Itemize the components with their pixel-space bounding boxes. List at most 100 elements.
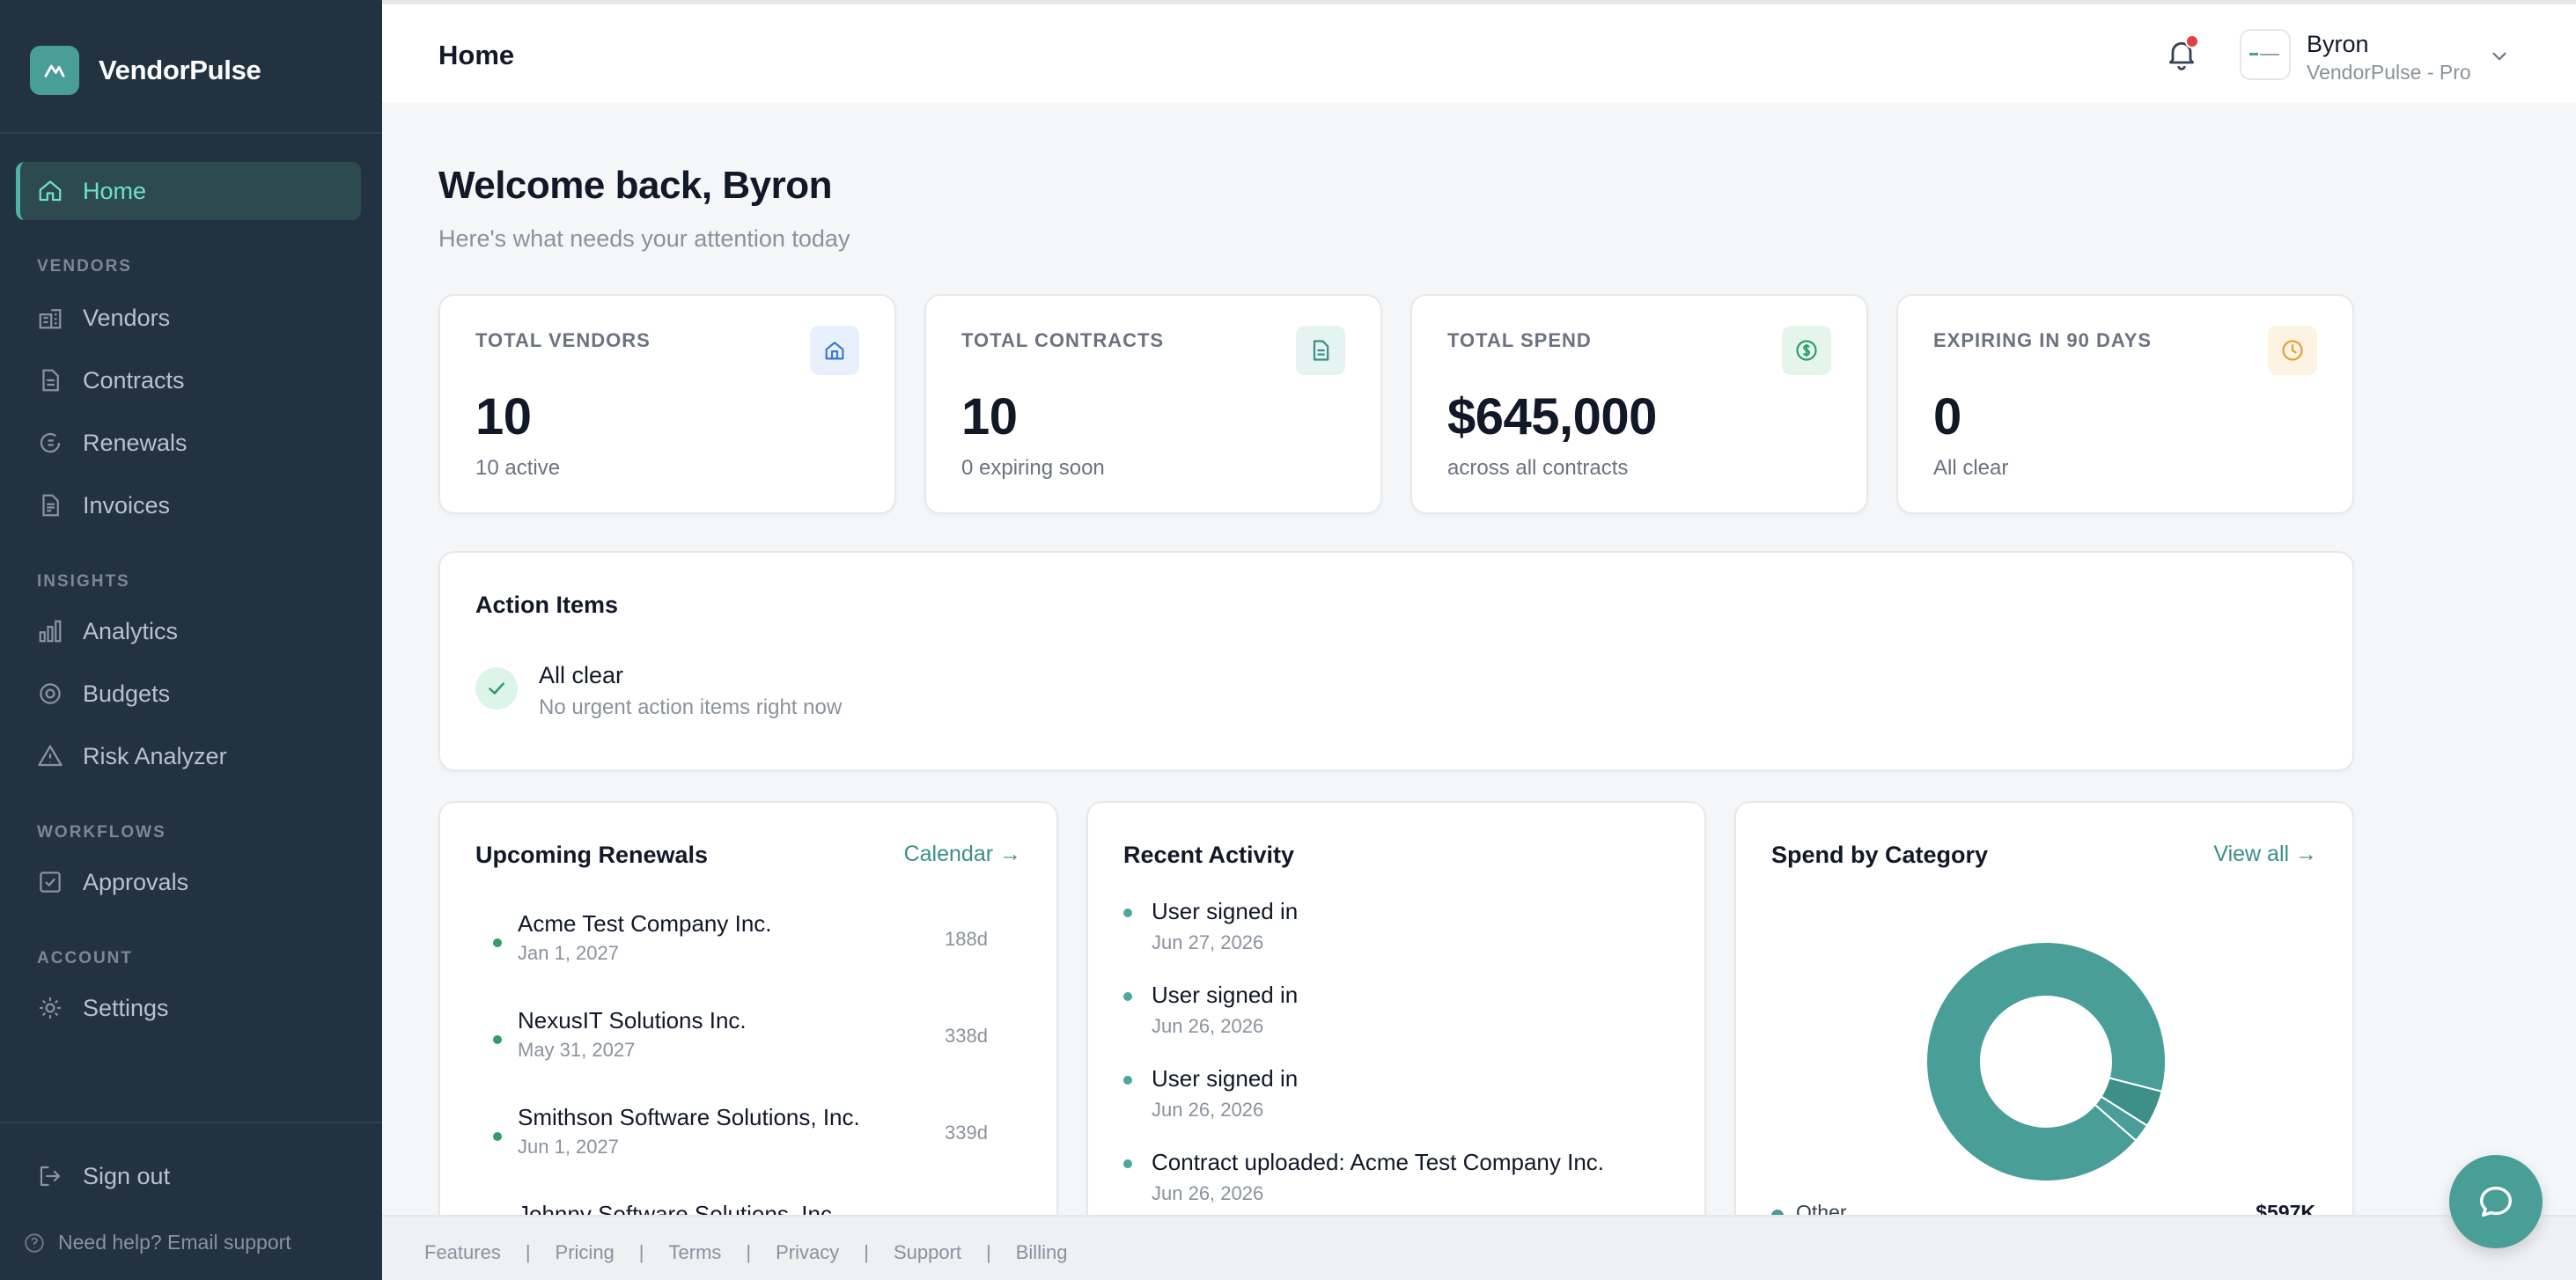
footer-link-terms[interactable]: Terms	[669, 1241, 722, 1264]
sidebar-item-home[interactable]: Home	[16, 162, 361, 220]
renewal-date: May 31, 2027	[518, 1039, 636, 1061]
sidebar-item-label: Contracts	[83, 366, 185, 394]
renewal-row[interactable]: Acme Test Company Inc. Jan 1, 2027 188d	[475, 910, 1004, 981]
brand-logo-icon	[30, 46, 79, 95]
activity-dot	[1123, 1159, 1132, 1168]
warning-icon	[35, 741, 65, 771]
page-title: Home	[438, 40, 515, 70]
chevron-down-icon	[2492, 52, 2506, 61]
chat-button[interactable]	[2449, 1155, 2543, 1248]
sidebar-item-renewals[interactable]: Renewals	[16, 414, 361, 472]
status-dot	[493, 1132, 502, 1141]
stat-value: 10	[961, 388, 1018, 445]
checkbox-icon	[35, 867, 65, 897]
document-icon	[1296, 326, 1345, 375]
sign-out-button[interactable]: Sign out	[16, 1147, 361, 1205]
stat-value: $645,000	[1447, 388, 1657, 445]
stat-sub: 0 expiring soon	[961, 456, 1105, 480]
recent-activity-card: Recent Activity User signed in Jun 27, 2…	[1086, 801, 1706, 1259]
sidebar-item-label: Analytics	[83, 617, 179, 644]
sidebar: VendorPulse Home VENDORS Vendors Contrac…	[0, 0, 382, 1280]
help-link[interactable]: Need help? Email support	[23, 1231, 291, 1254]
renewal-days: 339d	[945, 1122, 988, 1144]
home-icon	[35, 176, 65, 206]
sidebar-item-label: Vendors	[83, 304, 171, 331]
brand[interactable]: VendorPulse	[30, 46, 261, 95]
sidebar-item-label: Budgets	[83, 680, 171, 707]
card-title: Spend by Category	[1771, 842, 1989, 868]
sidebar-item-vendors[interactable]: Vendors	[16, 289, 361, 347]
clock-icon	[2268, 326, 2317, 375]
activity-date: Jun 26, 2026	[1152, 1182, 1264, 1204]
building-icon	[35, 303, 65, 333]
sidebar-item-approvals[interactable]: Approvals	[16, 853, 361, 911]
renewal-row[interactable]: Smithson Software Solutions, Inc. Jun 1,…	[475, 1104, 1004, 1174]
activity-date: Jun 26, 2026	[1152, 1099, 1264, 1121]
footer-links: Features | Pricing | Terms | Privacy | Support | B…	[424, 1241, 1067, 1264]
divider	[0, 132, 382, 134]
renewal-vendor: Smithson Software Solutions, Inc.	[518, 1104, 860, 1130]
avatar[interactable]	[2240, 29, 2291, 80]
refresh-icon	[35, 428, 65, 458]
footer-link-privacy[interactable]: Privacy	[776, 1241, 839, 1264]
sidebar-item-invoices[interactable]: Invoices	[16, 476, 361, 534]
donut-slice-other[interactable]	[1925, 941, 2167, 1183]
stat-card-total-contracts[interactable]: TOTAL CONTRACTS 10 0 expiring soon	[924, 294, 1382, 514]
sidebar-item-label: Approvals	[83, 868, 189, 895]
footer-separator: |	[525, 1241, 531, 1263]
activity-text: Contract uploaded: Acme Test Company Inc…	[1152, 1149, 1605, 1175]
sidebar-item-label: Settings	[83, 994, 169, 1021]
upcoming-renewals-card: Upcoming Renewals Calendar → Acme Test C…	[438, 801, 1058, 1259]
footer-link-support[interactable]: Support	[894, 1241, 961, 1264]
brand-name: VendorPulse	[99, 55, 261, 85]
sidebar-item-settings[interactable]: Settings	[16, 979, 361, 1037]
stat-sub: across all contracts	[1447, 456, 1629, 480]
calendar-link[interactable]: Calendar →	[904, 842, 1021, 867]
sidebar-item-label: Risk Analyzer	[83, 742, 227, 769]
activity-dot	[1123, 909, 1132, 917]
stat-label: TOTAL SPEND	[1447, 329, 1592, 351]
footer-link-billing[interactable]: Billing	[1016, 1241, 1068, 1264]
section-vendors: VENDORS	[37, 257, 132, 276]
card-title: Action Items	[475, 592, 619, 618]
footer-link-pricing[interactable]: Pricing	[556, 1241, 615, 1264]
spend-by-category-card: Spend by Category View all → Other $597K	[1734, 801, 2354, 1259]
section-insights: INSIGHTS	[37, 572, 130, 591]
activity-text: User signed in	[1152, 1065, 1299, 1092]
footer-separator: |	[864, 1241, 869, 1263]
card-title: Recent Activity	[1123, 842, 1295, 868]
sidebar-item-contracts[interactable]: Contracts	[16, 351, 361, 409]
activity-row: User signed in Jun 27, 2026	[1123, 898, 1687, 968]
footer-link-features[interactable]: Features	[424, 1241, 501, 1264]
help-text: Need help? Email support	[58, 1231, 291, 1254]
stat-value: 0	[1933, 388, 1961, 445]
stat-card-expiring[interactable]: EXPIRING IN 90 DAYS 0 All clear	[1896, 294, 2354, 514]
spend-donut-chart	[1925, 941, 2167, 1183]
activity-date: Jun 26, 2026	[1152, 1015, 1264, 1037]
footer-separator: |	[986, 1241, 991, 1263]
sidebar-item-risk-analyzer[interactable]: Risk Analyzer	[16, 727, 361, 785]
view-all-link[interactable]: View all →	[2213, 842, 2317, 867]
sidebar-item-analytics[interactable]: Analytics	[16, 602, 361, 660]
gear-icon	[35, 993, 65, 1023]
renewal-date: Jun 1, 2027	[518, 1136, 619, 1158]
stat-card-total-vendors[interactable]: TOTAL VENDORS 10 10 active	[438, 294, 896, 514]
section-account: ACCOUNT	[37, 949, 133, 967]
user-name[interactable]: Byron	[2307, 31, 2369, 58]
company-logo-icon	[2249, 53, 2279, 55]
sidebar-item-budgets[interactable]: Budgets	[16, 665, 361, 723]
activity-date: Jun 27, 2026	[1152, 931, 1264, 953]
user-menu-toggle[interactable]	[2488, 45, 2511, 68]
building-icon	[810, 326, 859, 375]
stat-label: TOTAL VENDORS	[475, 329, 651, 351]
help-icon	[25, 1232, 44, 1253]
stat-label: EXPIRING IN 90 DAYS	[1933, 329, 2153, 351]
renewal-row[interactable]: NexusIT Solutions Inc. May 31, 2027 338d	[475, 1007, 1004, 1078]
renewal-days: 188d	[945, 928, 988, 950]
activity-text: User signed in	[1152, 898, 1299, 924]
activity-row: User signed in Jun 26, 2026	[1123, 982, 1687, 1052]
logout-icon	[35, 1161, 65, 1191]
sidebar-item-label: Invoices	[83, 491, 171, 519]
activity-text: User signed in	[1152, 982, 1299, 1008]
stat-card-total-spend[interactable]: TOTAL SPEND $645,000 across all contract…	[1410, 294, 1868, 514]
